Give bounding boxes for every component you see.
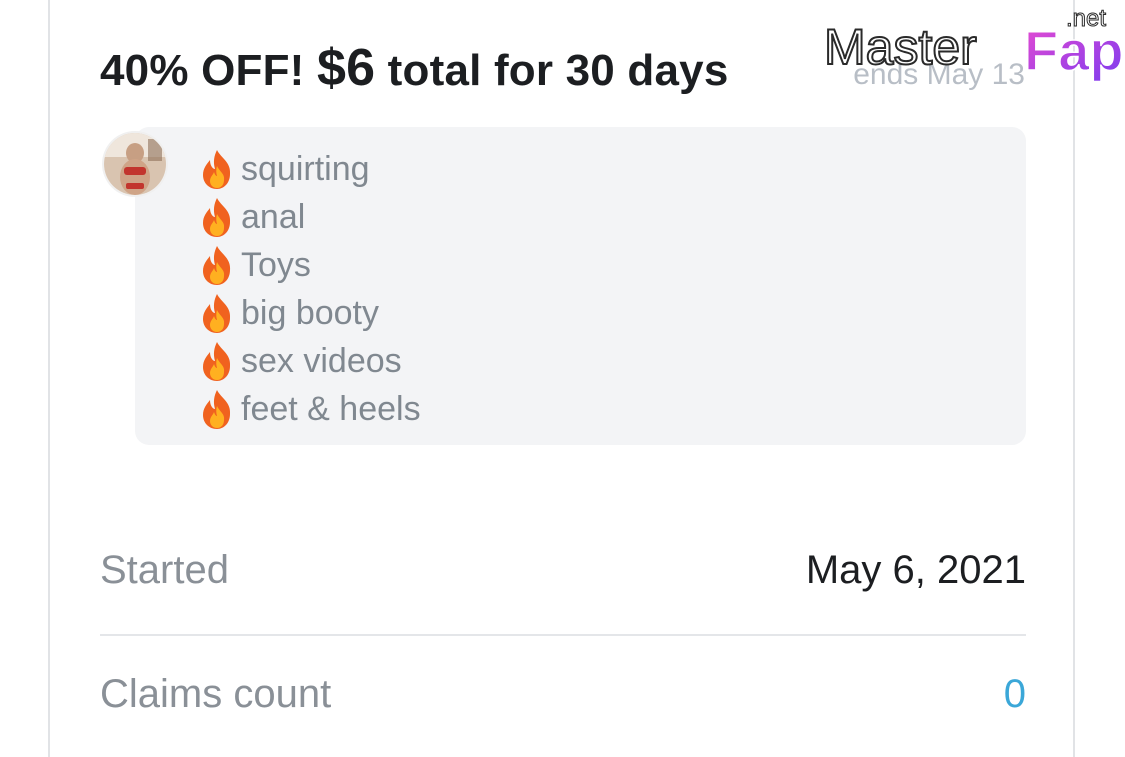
fire-icon — [203, 294, 231, 333]
list-item-label: big booty — [241, 293, 379, 332]
list-item-label: sex videos — [241, 341, 402, 380]
claims-label: Claims count — [100, 672, 332, 716]
started-label: Started — [100, 548, 229, 592]
fire-icon — [203, 342, 231, 381]
watermark-master: Master — [824, 19, 977, 75]
watermark-logo: Master Fap .net — [823, 6, 1122, 82]
list-item: Toys — [197, 241, 1026, 289]
message-list: squirting anal Toys big booty sex videos feet… — [135, 127, 1026, 433]
divider — [100, 634, 1026, 636]
fire-icon — [203, 198, 231, 237]
fire-icon — [203, 246, 231, 285]
promo-title-suffix: total for 30 days — [387, 46, 729, 95]
claims-count-link[interactable]: 0 — [1004, 672, 1026, 717]
promo-title: 40% OFF! $6 total for 30 days — [100, 38, 729, 98]
watermark-net: .net — [1066, 6, 1106, 32]
list-item: sex videos — [197, 337, 1026, 385]
list-item: anal — [197, 193, 1026, 241]
started-value: May 6, 2021 — [805, 548, 1026, 592]
message-bubble: squirting anal Toys big booty sex videos feet… — [135, 127, 1026, 445]
card-border-left — [48, 0, 50, 757]
list-item-label: anal — [241, 197, 306, 236]
list-item-label: squirting — [241, 149, 370, 188]
started-row: Started May 6, 2021 — [100, 548, 1026, 593]
list-item: big booty — [197, 289, 1026, 337]
list-item-label: feet & heels — [241, 389, 421, 428]
card-border-right — [1073, 0, 1075, 757]
avatar[interactable] — [104, 133, 166, 195]
claims-row: Claims count 0 — [100, 672, 1026, 717]
list-item: feet & heels — [197, 385, 1026, 433]
fire-icon — [203, 390, 231, 429]
fire-icon — [203, 150, 231, 189]
promo-price: $6 — [316, 39, 376, 97]
avatar-image — [104, 133, 166, 195]
list-item: squirting — [197, 145, 1026, 193]
promo-title-prefix: 40% OFF! — [100, 46, 305, 95]
list-item-label: Toys — [241, 245, 311, 284]
